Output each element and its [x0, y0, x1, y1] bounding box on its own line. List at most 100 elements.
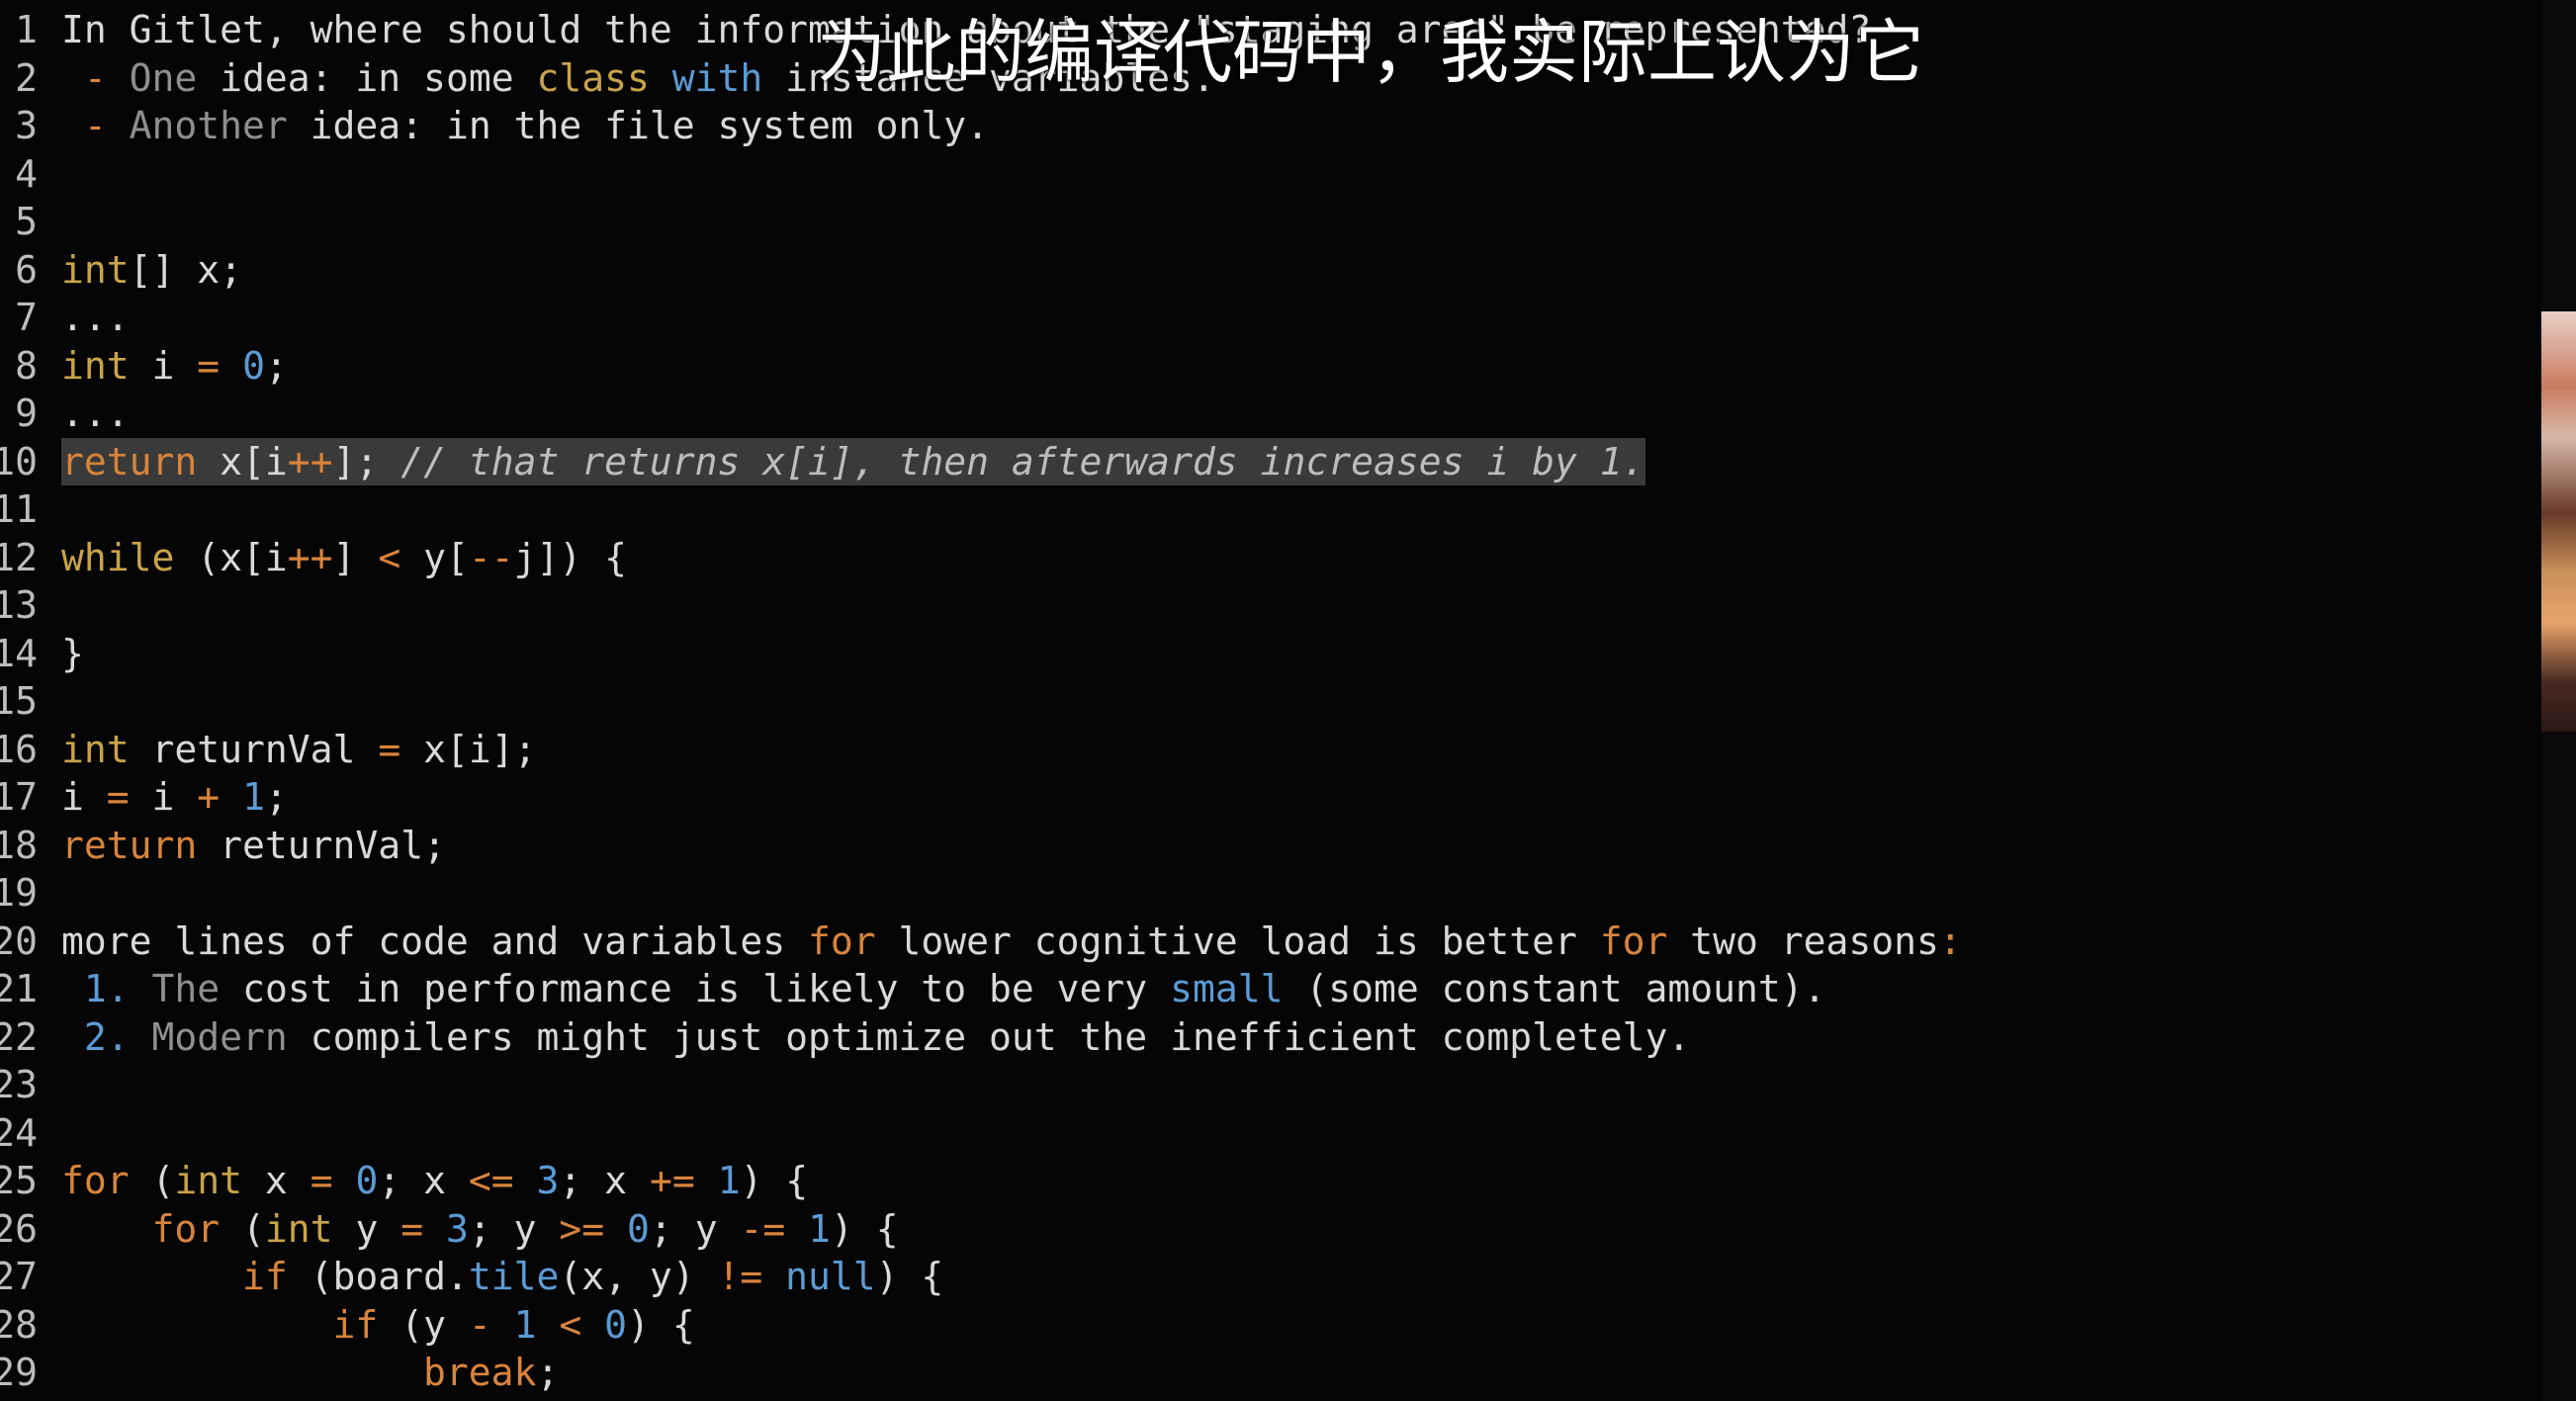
- code-line[interactable]: 11: [0, 485, 2532, 534]
- code-token: ; y: [468, 1206, 560, 1251]
- code-token: ) {: [627, 1302, 695, 1347]
- code-token: ...: [61, 296, 130, 339]
- code-token: !=: [717, 1255, 763, 1298]
- code-line[interactable]: 29 break;: [0, 1349, 2532, 1397]
- code-token: ++: [287, 535, 333, 579]
- code-token: idea: in some: [197, 55, 537, 100]
- code-line[interactable]: 4: [0, 150, 2532, 199]
- code-token: (some constant amount).: [1283, 967, 1826, 1010]
- code-line[interactable]: 25 for (int x = 0; x <= 3; x += 1) {: [0, 1157, 2532, 1205]
- code-token: i: [129, 343, 198, 388]
- code-token: two reasons: [1667, 919, 1939, 963]
- code-token: 0: [355, 1159, 379, 1202]
- code-token: <: [559, 1302, 582, 1347]
- code-line[interactable]: 14}: [0, 630, 2532, 678]
- code-text: more lines of code and variables for low…: [61, 918, 1962, 966]
- code-token: for: [1599, 919, 1668, 963]
- code-text: int i = 0;: [61, 342, 288, 391]
- code-token: =: [106, 775, 130, 819]
- code-token: int: [61, 247, 130, 292]
- code-token: (x[i: [174, 535, 288, 579]
- webcam-thumbnail-strip: [2541, 311, 2576, 732]
- code-line[interactable]: 5: [0, 198, 2532, 246]
- line-number: 28: [0, 1302, 38, 1347]
- code-line[interactable]: 22 2. Modern compilers might just optimi…: [0, 1013, 2532, 1062]
- code-text: 2. Modern compilers might just optimize …: [61, 1013, 1690, 1062]
- line-number: 10: [0, 439, 38, 483]
- code-line[interactable]: 23: [0, 1061, 2532, 1109]
- line-number: 23: [0, 1063, 38, 1106]
- code-line[interactable]: 8 int i = 0;: [0, 342, 2532, 391]
- line-number: 18: [0, 823, 38, 867]
- code-line[interactable]: 21 1. The cost in performance is likely …: [0, 965, 2532, 1013]
- code-line[interactable]: 16 int returnVal = x[i];: [0, 726, 2532, 774]
- code-token: more lines of code and variables: [61, 919, 808, 963]
- code-token: returnVal;: [197, 823, 446, 867]
- code-token: break: [423, 1351, 537, 1394]
- line-number: 14: [0, 631, 38, 675]
- code-token: null: [785, 1255, 876, 1298]
- code-token: The: [151, 967, 221, 1010]
- code-line[interactable]: 12 while (x[i++] < y[--j]) {: [0, 534, 2532, 582]
- code-token: ; y: [649, 1206, 741, 1251]
- code-line[interactable]: 28 if (y - 1 < 0) {: [0, 1301, 2532, 1350]
- code-editor[interactable]: 1 In Gitlet, where should the information…: [0, 0, 2541, 1401]
- code-token: +=: [649, 1159, 695, 1202]
- code-token: =: [378, 727, 401, 771]
- code-token: ];: [332, 439, 401, 483]
- line-number: 15: [0, 679, 38, 723]
- code-line[interactable]: 24: [0, 1109, 2532, 1158]
- code-token: 0: [604, 1302, 628, 1347]
- code-token: Another: [129, 104, 288, 147]
- code-line[interactable]: 7...: [0, 294, 2532, 342]
- code-token: ;: [264, 775, 288, 819]
- code-token: with: [671, 55, 763, 100]
- code-line[interactable]: 10 return x[i++]; // that returns x[i], t…: [0, 437, 2532, 485]
- line-number: 27: [0, 1255, 38, 1298]
- code-token: for: [61, 1159, 130, 1202]
- code-line[interactable]: 15: [0, 677, 2532, 726]
- code-token: ) {: [740, 1159, 809, 1202]
- code-token: j]) {: [513, 535, 627, 579]
- code-line[interactable]: 27 if (board.tile(x, y) != null) {: [0, 1253, 2532, 1301]
- code-token: >=: [559, 1206, 605, 1251]
- code-token: x: [242, 1159, 311, 1202]
- code-token: <=: [468, 1159, 514, 1202]
- code-line[interactable]: 3 - Another idea: in the file system onl…: [0, 102, 2532, 150]
- code-token: if: [242, 1255, 288, 1298]
- code-token: ++: [287, 439, 333, 483]
- code-line[interactable]: 6 int[] x;: [0, 246, 2532, 295]
- code-token: -: [468, 1302, 491, 1347]
- line-number: 9: [15, 392, 38, 435]
- code-token: compilers might just optimize out the in…: [287, 1014, 1691, 1059]
- code-token: --: [468, 535, 514, 579]
- code-line[interactable]: 13: [0, 581, 2532, 630]
- code-token: x[i: [197, 439, 288, 483]
- code-token: -: [61, 104, 130, 147]
- code-token: (: [220, 1206, 265, 1251]
- code-token: :: [1938, 919, 1962, 963]
- code-token: 1.: [83, 967, 130, 1010]
- code-line[interactable]: 19: [0, 869, 2532, 918]
- code-token: return: [61, 823, 198, 867]
- code-line[interactable]: 20 more lines of code and variables for l…: [0, 918, 2532, 966]
- code-token: 1: [513, 1302, 537, 1347]
- line-number: 11: [0, 487, 38, 531]
- code-token: int: [61, 727, 130, 771]
- code-text: if (board.tile(x, y) != null) {: [61, 1253, 943, 1301]
- code-token: =: [197, 343, 221, 388]
- code-line[interactable]: 18 return returnVal;: [0, 822, 2532, 870]
- code-line[interactable]: 26 for (int y = 3; y >= 0; y -= 1) {: [0, 1205, 2532, 1254]
- code-line[interactable]: 9...: [0, 390, 2532, 438]
- code-token: One: [129, 55, 198, 100]
- line-number: 16: [0, 727, 38, 771]
- code-token: if: [332, 1302, 379, 1347]
- code-line[interactable]: 17 i = i + 1;: [0, 773, 2532, 822]
